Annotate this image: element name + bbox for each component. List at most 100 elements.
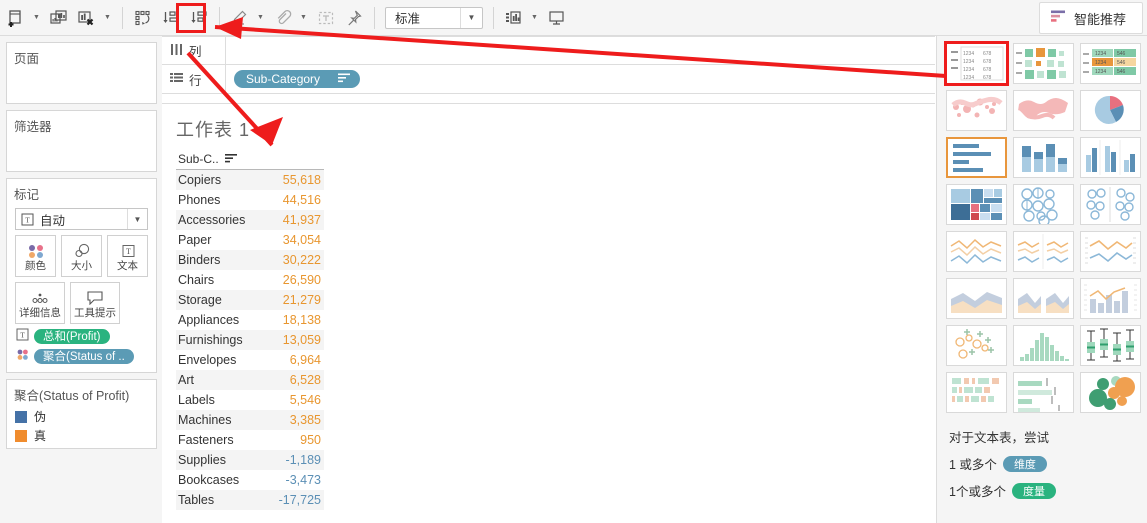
fit-dropdown[interactable]: 标准 ▼ [385,6,483,29]
table-row[interactable]: Phones 44,516 [176,190,324,210]
table-row[interactable]: Tables -17,725 [176,490,324,510]
show-me-thumb-packed-bubbles[interactable] [1080,372,1141,413]
marks-text-button[interactable]: T 文本 [107,235,148,277]
table-cell-value: 5,546 [289,393,321,407]
show-me-thumb-dual-combination[interactable] [1080,278,1141,319]
show-me-thumbnail-grid: 1234 678 1234 678 1234 678 1234 678 1234 546 12… [937,36,1147,413]
show-me-button[interactable]: 智能推荐 [1039,2,1143,34]
highlight-button[interactable] [227,5,253,31]
highlight-caret[interactable]: ▼ [254,5,267,31]
table-column-header[interactable]: Sub-C.. [176,152,324,170]
show-me-thumb-histogram[interactable] [1013,325,1074,366]
show-me-thumb-symbol-map[interactable] [946,90,1007,131]
svg-text:1234: 1234 [963,59,974,65]
table-row[interactable]: Supplies -1,189 [176,450,324,470]
show-me-hint-text-2: 1 或多个 [949,458,997,472]
show-me-thumb-pie-chart[interactable] [1080,90,1141,131]
table-cell-category: Copiers [178,173,222,187]
rows-drop-zone[interactable]: Sub-Category [226,65,935,93]
toolbar-divider-3 [374,6,375,29]
table-row[interactable]: Binders 30,222 [176,250,324,270]
show-me-thumb-lines-continuous[interactable] [946,231,1007,272]
show-me-thumb-lines-discrete[interactable] [1013,231,1074,272]
marks-size-label: 大小 [71,259,92,272]
show-hide-cards-caret[interactable]: ▼ [528,5,541,31]
show-me-thumb-scatter-plot[interactable] [946,325,1007,366]
clear-sheet-button[interactable] [74,5,100,31]
table-row[interactable]: Machines 3,385 [176,410,324,430]
table-row[interactable]: Paper 34,054 [176,230,324,250]
table-row[interactable]: Appliances 18,138 [176,310,324,330]
table-row[interactable]: Copiers 55,618 [176,170,324,190]
columns-shelf-label-group: 列 [162,37,226,64]
sort-descending-button[interactable] [186,5,212,31]
show-me-thumb-text-table[interactable]: 1234 678 1234 678 1234 678 1234 678 [944,41,1009,86]
columns-drop-zone[interactable] [226,37,935,64]
legend-swatch-false [15,410,27,423]
show-me-thumb-side-by-side-circles[interactable] [1080,184,1141,225]
marks-pill-sum-profit[interactable]: 总和(Profit) [34,328,110,344]
marks-pill-agg-status[interactable]: 聚合(Status of .. [34,348,134,364]
table-row[interactable]: Fasteners 950 [176,430,324,450]
group-members-caret[interactable]: ▼ [297,5,310,31]
legend-item-false[interactable]: 伪 [7,407,156,426]
sort-icon[interactable] [224,152,237,166]
table-row[interactable]: Bookcases -3,473 [176,470,324,490]
pages-card: 页面 [6,42,157,104]
color-legend-card: 聚合(Status of Profit) 伪 真 [6,379,157,449]
show-me-thumb-treemap[interactable] [946,184,1007,225]
show-me-thumb-highlight-table[interactable]: 1234 546 1234 546 1234 546 [1080,43,1141,84]
show-me-thumb-side-by-side-bars[interactable] [1080,137,1141,178]
show-me-thumb-area-continuous[interactable] [946,278,1007,319]
show-me-thumb-box-and-whisker[interactable] [1080,325,1141,366]
swap-rows-columns-button[interactable] [130,5,156,31]
show-me-thumb-stacked-bars[interactable] [1013,137,1074,178]
columns-shelf[interactable]: 列 [162,36,935,65]
show-me-thumb-horizontal-bars[interactable] [946,137,1007,178]
show-me-thumb-dual-lines[interactable] [1080,231,1141,272]
rows-shelf[interactable]: 行 Sub-Category [162,65,935,94]
show-me-thumb-bullet-graph[interactable] [1013,372,1074,413]
chevron-down-icon[interactable]: ▼ [460,7,482,28]
show-me-thumb-gantt[interactable] [946,372,1007,413]
show-me-icon [1050,9,1067,27]
rows-pill-sub-category[interactable]: Sub-Category [234,70,361,88]
table-row[interactable]: Accessories 41,937 [176,210,324,230]
table-row[interactable]: Storage 21,279 [176,290,324,310]
show-me-thumb-area-discrete[interactable] [1013,278,1074,319]
svg-text:546: 546 [1117,51,1126,57]
show-me-thumb-filled-map[interactable] [1013,90,1074,131]
group-members-button[interactable] [270,5,296,31]
marks-type-dropdown[interactable]: T 自动 ▼ [15,208,148,230]
chevron-down-icon[interactable]: ▼ [127,209,147,229]
show-hide-cards-button[interactable] [501,5,527,31]
marks-tooltip-button[interactable]: 工具提示 [70,282,120,324]
marks-detail-button[interactable]: 详细信息 [15,282,65,324]
size-circles-icon [71,241,93,261]
duplicate-sheet-button[interactable] [46,5,72,31]
legend-label-true: 真 [34,429,47,443]
rows-pill-label: Sub-Category [246,72,321,86]
presentation-mode-button[interactable] [544,5,570,31]
legend-item-true[interactable]: 真 [7,426,156,445]
marks-size-button[interactable]: 大小 [61,235,102,277]
show-me-thumb-circle-views[interactable] [1013,184,1074,225]
show-me-hint-text-3: 1个或多个 [949,485,1006,499]
table-row[interactable]: Chairs 26,590 [176,270,324,290]
sort-icon[interactable] [338,72,351,86]
show-me-thumb-heat-map[interactable] [1013,43,1074,84]
new-worksheet-button[interactable] [3,5,29,31]
table-row[interactable]: Labels 5,546 [176,390,324,410]
fix-axes-button[interactable] [341,5,367,31]
table-row[interactable]: Art 6,528 [176,370,324,390]
clear-sheet-caret[interactable]: ▼ [101,5,114,31]
table-cell-value: 26,590 [282,273,321,287]
sort-ascending-button[interactable] [158,5,184,31]
new-worksheet-caret[interactable]: ▼ [30,5,43,31]
show-mark-labels-button[interactable] [313,5,339,31]
marks-text-label: 文本 [117,259,138,272]
table-row[interactable]: Envelopes 6,964 [176,350,324,370]
table-row[interactable]: Furnishings 13,059 [176,330,324,350]
table-cell-category: Chairs [178,273,215,287]
marks-color-button[interactable]: 颜色 [15,235,56,277]
